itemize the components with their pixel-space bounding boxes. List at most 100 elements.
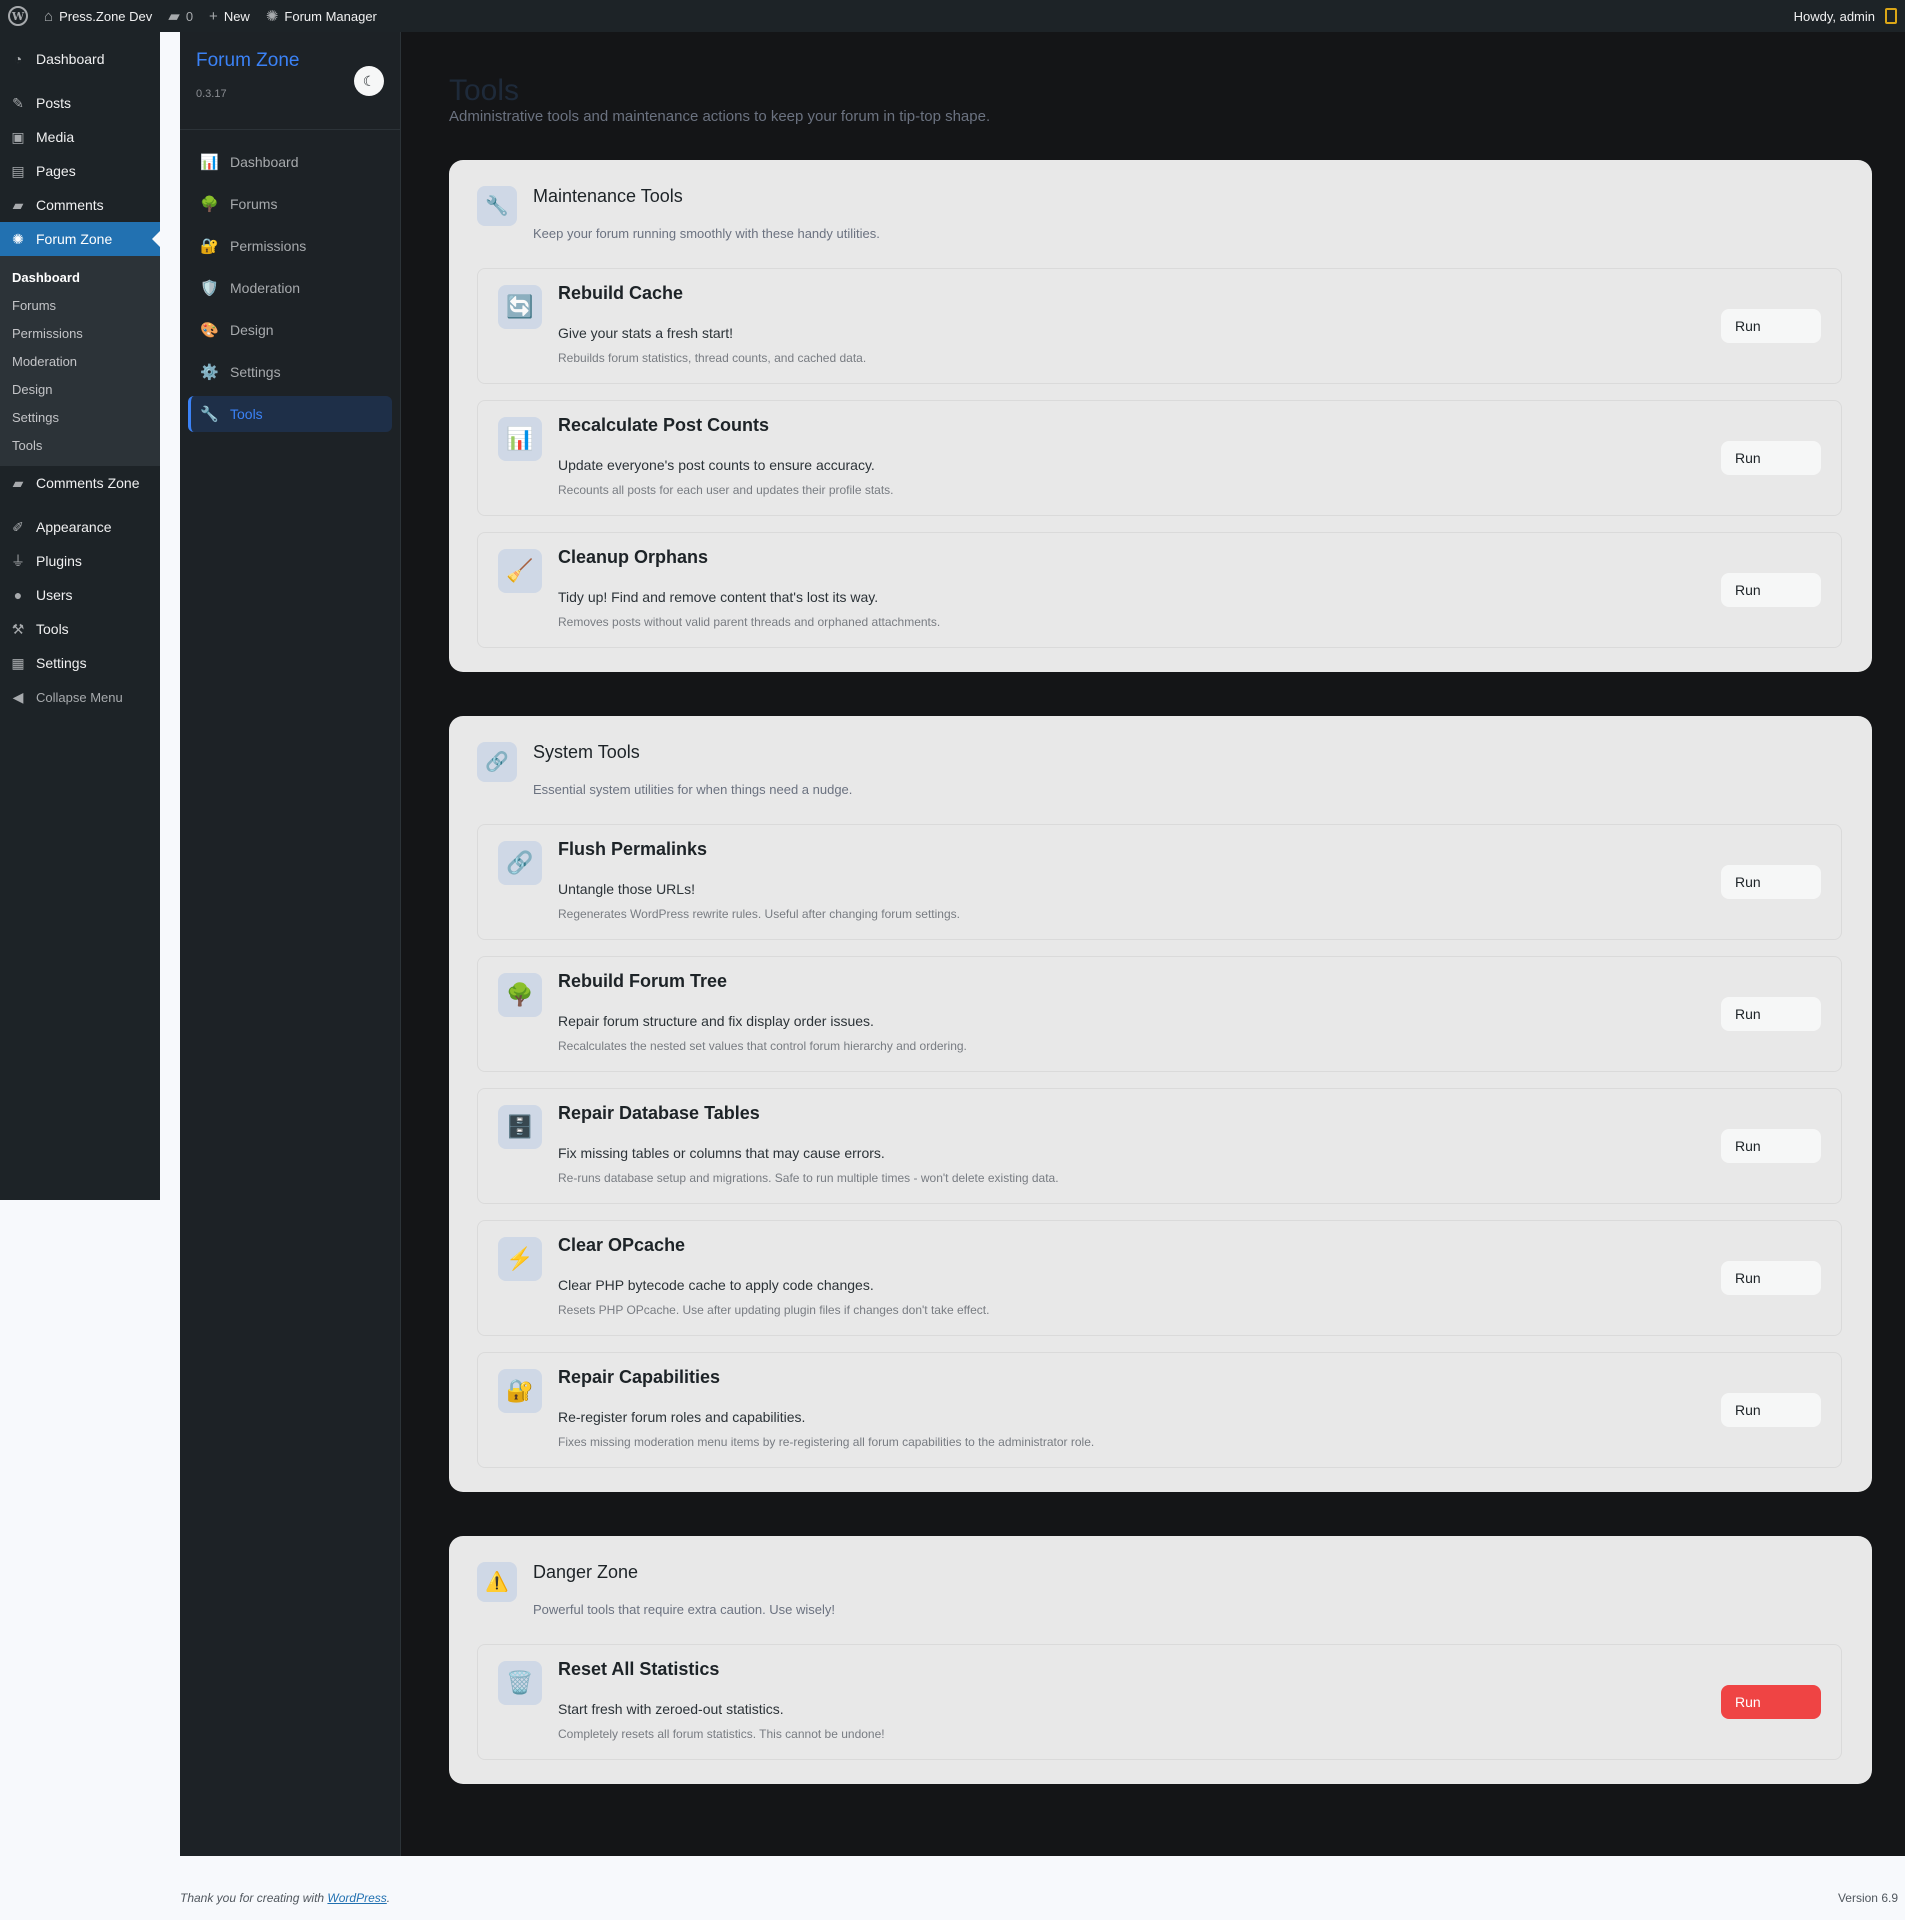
- menu-users[interactable]: ● Users: [0, 578, 160, 612]
- bar-chart-icon: 📊: [498, 417, 542, 461]
- menu-tools[interactable]: ⚒ Tools: [0, 612, 160, 646]
- warning-icon: ⚠️: [477, 1562, 517, 1602]
- wp-logo-menu[interactable]: W: [0, 0, 36, 32]
- run-recalculate-post-counts-button[interactable]: Run: [1721, 441, 1821, 475]
- admin-menu: ◔ Dashboard ✎ Posts ▣ Media ▤ Pages ▰ Comment…: [0, 32, 160, 1200]
- menu-users-label: Users: [36, 587, 73, 603]
- nav-item-tools[interactable]: 🔧 Tools: [188, 396, 392, 432]
- tool-detail: Removes posts without valid parent threa…: [558, 615, 941, 629]
- run-repair-database-tables-button[interactable]: Run: [1721, 1129, 1821, 1163]
- user-icon: ●: [13, 587, 23, 603]
- admin-bar: W ⌂ Press.Zone Dev ▰ 0 + New ✺ Forum Man…: [0, 0, 1905, 32]
- comments-icon: ▰: [12, 197, 24, 213]
- section-description: Essential system utilities for when thin…: [533, 782, 853, 797]
- link-icon: 🔗: [477, 742, 517, 782]
- lock-icon: 🔐: [498, 1369, 542, 1413]
- account-menu[interactable]: Howdy, admin: [1786, 0, 1905, 32]
- menu-posts[interactable]: ✎ Posts: [0, 86, 160, 120]
- broom-icon: 🧹: [498, 549, 542, 593]
- run-rebuild-cache-button[interactable]: Run: [1721, 309, 1821, 343]
- theme-toggle-button[interactable]: ☾: [354, 66, 384, 96]
- wrench-icon: 🔧: [200, 405, 219, 423]
- forum-manager-link[interactable]: ✺ Forum Manager: [258, 0, 385, 32]
- run-flush-permalinks-button[interactable]: Run: [1721, 865, 1821, 899]
- tool-title: Clear OPcache: [558, 1235, 686, 1255]
- howdy-label: Howdy, admin: [1793, 8, 1875, 24]
- tree-icon: 🌳: [498, 973, 542, 1017]
- plus-icon: +: [209, 7, 218, 25]
- submenu-design[interactable]: Design: [0, 375, 160, 403]
- tool-subtitle: Clear PHP bytecode cache to apply code c…: [558, 1277, 874, 1293]
- tool-detail: Fixes missing moderation menu items by r…: [558, 1435, 1095, 1449]
- tool-subtitle: Re-register forum roles and capabilities…: [558, 1409, 806, 1425]
- submenu-permissions[interactable]: Permissions: [0, 319, 160, 347]
- tool-subtitle: Update everyone's post counts to ensure …: [558, 457, 875, 473]
- menu-forum-zone[interactable]: ✺ Forum Zone: [0, 222, 160, 256]
- nav-item-label: Design: [230, 322, 274, 338]
- submenu-settings[interactable]: Settings: [0, 403, 160, 431]
- tool-detail: Resets PHP OPcache. Use after updating p…: [558, 1303, 990, 1317]
- wrench-icon: ⚒: [11, 621, 25, 637]
- menu-plugins-label: Plugins: [36, 553, 82, 569]
- forum-manager-label: Forum Manager: [284, 8, 377, 24]
- tool-card-repair-capabilities: 🔐 Repair Capabilities Re-register forum ro…: [477, 1352, 1842, 1468]
- new-content-link[interactable]: + New: [201, 0, 258, 32]
- submenu-forums[interactable]: Forums: [0, 291, 160, 319]
- site-name-link[interactable]: ⌂ Press.Zone Dev: [36, 0, 160, 32]
- group-icon: ✺: [12, 231, 24, 247]
- menu-appearance[interactable]: ✐ Appearance: [0, 510, 160, 544]
- tool-subtitle: Tidy up! Find and remove content that's …: [558, 589, 879, 605]
- chart-icon: 📊: [200, 153, 219, 171]
- submenu-dashboard[interactable]: Dashboard: [0, 263, 160, 291]
- pin-icon: ✎: [12, 95, 24, 111]
- submenu-tools[interactable]: Tools: [0, 431, 160, 459]
- collapse-arrow-icon: ◀: [12, 689, 24, 705]
- new-label: New: [223, 8, 250, 24]
- collapse-menu-button[interactable]: ◀ Collapse Menu: [0, 680, 160, 714]
- brand-title: Forum Zone: [196, 50, 300, 71]
- page-description: Administrative tools and maintenance act…: [449, 108, 991, 125]
- tool-title: Recalculate Post Counts: [558, 415, 770, 435]
- tool-title: Rebuild Cache: [558, 283, 684, 303]
- menu-plugins[interactable]: ⏚ Plugins: [0, 544, 160, 578]
- tool-card-rebuild-cache: 🔄 Rebuild Cache Give your stats a fresh st…: [477, 268, 1842, 384]
- menu-dashboard[interactable]: ◔ Dashboard: [0, 42, 160, 76]
- wordpress-link[interactable]: WordPress: [327, 1891, 386, 1905]
- menu-media[interactable]: ▣ Media: [0, 120, 160, 154]
- menu-comments-zone[interactable]: ▰ Comments Zone: [0, 466, 160, 500]
- run-reset-all-statistics-button[interactable]: Run: [1721, 1685, 1821, 1719]
- menu-pages[interactable]: ▤ Pages: [0, 154, 160, 188]
- nav-item-settings[interactable]: ⚙️ Settings: [188, 354, 392, 390]
- refresh-icon: 🔄: [498, 285, 542, 329]
- tool-subtitle: Fix missing tables or columns that may c…: [558, 1145, 885, 1161]
- tool-detail: Recalculates the nested set values that …: [558, 1039, 967, 1053]
- nav-item-label: Permissions: [230, 238, 307, 254]
- footer-thanks: Thank you for creating with WordPress.: [180, 1891, 391, 1905]
- section-title: System Tools: [533, 742, 640, 762]
- comments-count: 0: [185, 8, 194, 24]
- run-repair-capabilities-button[interactable]: Run: [1721, 1393, 1821, 1427]
- nav-item-moderation[interactable]: 🛡️ Moderation: [188, 270, 392, 306]
- run-clear-opcache-button[interactable]: Run: [1721, 1261, 1821, 1295]
- forum-zone-submenu: Dashboard Forums Permissions Moderation …: [0, 256, 160, 466]
- menu-appearance-label: Appearance: [36, 519, 112, 535]
- tool-subtitle: Give your stats a fresh start!: [558, 325, 734, 341]
- menu-comments[interactable]: ▰ Comments: [0, 188, 160, 222]
- nav-item-label: Tools: [230, 406, 263, 422]
- menu-comments-zone-label: Comments Zone: [36, 475, 140, 491]
- submenu-moderation[interactable]: Moderation: [0, 347, 160, 375]
- menu-settings-label: Settings: [36, 655, 87, 671]
- lightning-icon: ⚡: [498, 1237, 542, 1281]
- nav-item-dashboard[interactable]: 📊 Dashboard: [188, 144, 392, 180]
- nav-item-forums[interactable]: 🌳 Forums: [188, 186, 392, 222]
- tool-title: Cleanup Orphans: [558, 547, 709, 567]
- nav-item-design[interactable]: 🎨 Design: [188, 312, 392, 348]
- brush-icon: ✐: [12, 519, 24, 535]
- run-cleanup-orphans-button[interactable]: Run: [1721, 573, 1821, 607]
- comments-link[interactable]: ▰ 0: [160, 0, 201, 32]
- tool-detail: Re-runs database setup and migrations. S…: [558, 1171, 1059, 1185]
- run-rebuild-forum-tree-button[interactable]: Run: [1721, 997, 1821, 1031]
- home-icon: ⌂: [44, 7, 54, 25]
- menu-settings[interactable]: ▦ Settings: [0, 646, 160, 680]
- nav-item-permissions[interactable]: 🔐 Permissions: [188, 228, 392, 264]
